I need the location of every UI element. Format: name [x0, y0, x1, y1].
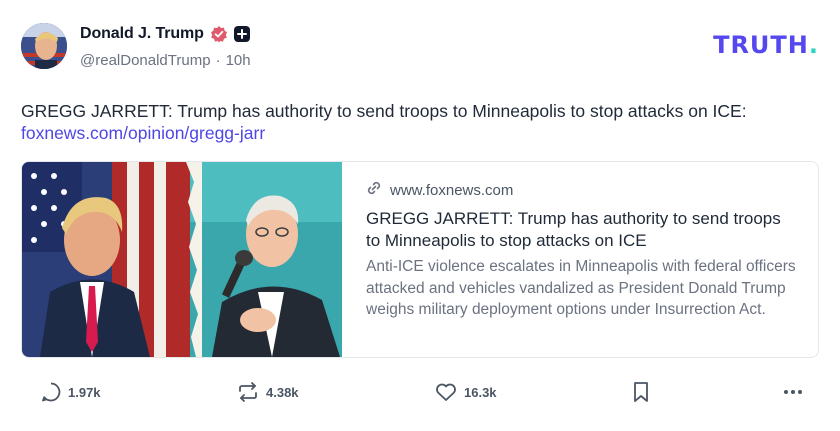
- post-text: GREGG JARRETT: Trump has authority to se…: [21, 100, 821, 144]
- action-bar: 1.97k 4.38k 16.3k: [0, 375, 840, 411]
- meta-separator: ·: [215, 52, 221, 69]
- truth-logo[interactable]: TRUTH.: [713, 31, 819, 59]
- reply-icon: [40, 381, 62, 403]
- bookmark-button[interactable]: [631, 381, 651, 403]
- retruth-count: 4.38k: [266, 384, 299, 400]
- reply-count: 1.97k: [68, 384, 101, 400]
- link-title[interactable]: GREGG JARRETT: Trump has authority to se…: [366, 208, 798, 252]
- link-preview-card[interactable]: www.foxnews.com GREGG JARRETT: Trump has…: [21, 161, 819, 358]
- post-link[interactable]: foxnews.com/opinion/gregg-jarr: [21, 122, 821, 144]
- link-description: Anti-ICE violence escalates in Minneapol…: [366, 258, 796, 318]
- post-body: GREGG JARRETT: Trump has authority to se…: [21, 101, 747, 121]
- like-icon: [434, 381, 458, 403]
- link-icon: [366, 180, 382, 200]
- plus-badge-icon: [233, 26, 250, 42]
- handle[interactable]: @realDonaldTrump: [80, 52, 211, 69]
- retruth-icon: [236, 381, 260, 403]
- display-name[interactable]: Donald J. Trump: [80, 25, 204, 43]
- link-preview-body: www.foxnews.com GREGG JARRETT: Trump has…: [342, 162, 818, 357]
- more-icon: [782, 381, 804, 403]
- more-options-button[interactable]: [782, 381, 804, 403]
- retruth-button[interactable]: 4.38k: [236, 381, 299, 403]
- author-meta: @realDonaldTrump · 10h: [80, 52, 251, 69]
- verified-badge-icon: [210, 25, 228, 43]
- link-domain-row: www.foxnews.com: [366, 180, 798, 200]
- bookmark-icon: [631, 381, 651, 403]
- like-count: 16.3k: [464, 384, 497, 400]
- post-time[interactable]: 10h: [226, 52, 251, 69]
- logo-text: TRUTH: [713, 31, 809, 59]
- link-preview-image: [22, 162, 342, 357]
- reply-button[interactable]: 1.97k: [40, 381, 101, 403]
- avatar[interactable]: [21, 23, 67, 69]
- link-domain: www.foxnews.com: [390, 181, 514, 199]
- like-button[interactable]: 16.3k: [434, 381, 497, 403]
- logo-dot: .: [808, 31, 819, 59]
